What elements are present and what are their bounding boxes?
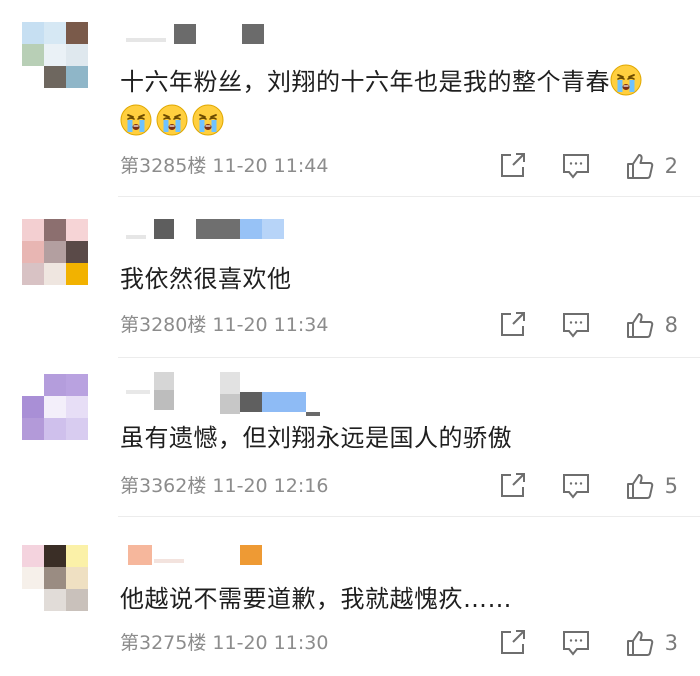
comment-actions: 2: [497, 149, 678, 183]
avatar[interactable]: [22, 374, 88, 440]
floor-number: 第3285楼: [120, 155, 207, 177]
share-icon[interactable]: [497, 628, 527, 658]
comment-meta: 第3362楼 11-20 12:16: [120, 472, 328, 500]
comment-actions: 5: [497, 469, 678, 503]
comment-actions: 3: [497, 626, 678, 660]
comment-item: 我依然很喜欢他 第3280楼 11-20 11:34 8: [0, 197, 700, 357]
comment-time: 11-20 11:34: [212, 314, 329, 336]
comment-time: 11-20 12:16: [212, 475, 329, 497]
like-count: 5: [664, 474, 678, 498]
comment-actions: 8: [497, 308, 678, 342]
username-redacted[interactable]: [120, 24, 280, 44]
share-icon[interactable]: [497, 471, 527, 501]
thumbs-up-icon[interactable]: [625, 310, 655, 340]
username-redacted[interactable]: [120, 545, 280, 565]
comment-meta: 第3285楼 11-20 11:44: [120, 152, 328, 180]
floor-number: 第3280楼: [120, 314, 207, 336]
comment-meta: 第3280楼 11-20 11:34: [120, 311, 328, 339]
comment-time: 11-20 11:30: [212, 632, 329, 654]
like-button[interactable]: 3: [625, 628, 678, 658]
comment-reply-icon[interactable]: [561, 151, 591, 181]
like-button[interactable]: 8: [625, 310, 678, 340]
comment-reply-icon[interactable]: [561, 628, 591, 658]
comment-text: 虽有遗憾，但刘翔永远是国人的骄傲: [120, 418, 680, 458]
comment-item: 他越说不需要道歉，我就越愧疚…… 第3275楼 11-20 11:30 3: [0, 517, 700, 676]
avatar[interactable]: [22, 22, 88, 88]
comment-body: 虽有遗憾，但刘翔永远是国人的骄傲: [120, 424, 512, 452]
comment-item: 十六年粉丝，刘翔的十六年也是我的整个青春 第3285楼 11-20 11:44 …: [0, 0, 700, 196]
thumbs-up-icon[interactable]: [625, 151, 655, 181]
thumbs-up-icon[interactable]: [625, 471, 655, 501]
comment-time: 11-20 11:44: [212, 155, 329, 177]
like-count: 2: [664, 154, 678, 178]
crying-face-emoji: [120, 104, 152, 136]
comment-text: 他越说不需要道歉，我就越愧疚……: [120, 579, 680, 619]
like-count: 3: [664, 631, 678, 655]
share-icon[interactable]: [497, 151, 527, 181]
comment-reply-icon[interactable]: [561, 471, 591, 501]
thumbs-up-icon[interactable]: [625, 628, 655, 658]
comment-body: 我依然很喜欢他: [120, 265, 292, 293]
comment-body: 十六年粉丝，刘翔的十六年也是我的整个青春: [120, 68, 610, 96]
comment-text: 十六年粉丝，刘翔的十六年也是我的整个青春: [120, 62, 680, 142]
comment-reply-icon[interactable]: [561, 310, 591, 340]
floor-number: 第3275楼: [120, 632, 207, 654]
like-button[interactable]: 2: [625, 151, 678, 181]
avatar[interactable]: [22, 219, 88, 285]
comment-body: 他越说不需要道歉，我就越愧疚……: [120, 585, 512, 613]
like-count: 8: [664, 313, 678, 337]
avatar[interactable]: [22, 545, 88, 611]
comment-meta: 第3275楼 11-20 11:30: [120, 629, 328, 657]
crying-face-emoji: [156, 104, 188, 136]
comment-item: 虽有遗憾，但刘翔永远是国人的骄傲 第3362楼 11-20 12:16 5: [0, 358, 700, 516]
share-icon[interactable]: [497, 310, 527, 340]
comment-text: 我依然很喜欢他: [120, 259, 680, 299]
username-redacted[interactable]: [120, 219, 290, 239]
username-redacted[interactable]: [120, 372, 320, 418]
crying-face-emoji: [610, 64, 642, 96]
floor-number: 第3362楼: [120, 475, 207, 497]
like-button[interactable]: 5: [625, 471, 678, 501]
crying-face-emoji: [192, 104, 224, 136]
